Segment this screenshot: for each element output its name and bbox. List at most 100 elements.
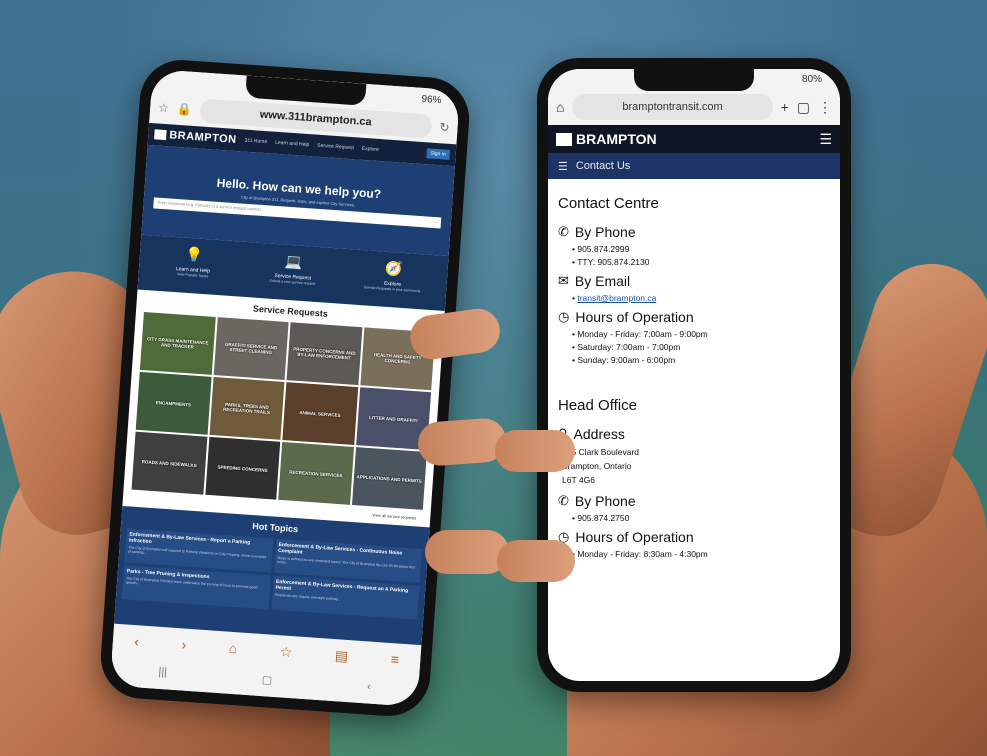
clock-icon: ◷	[558, 309, 570, 324]
by-email-heading: ✉ By Email	[558, 273, 830, 289]
service-tile[interactable]: ANIMAL SERVICES	[282, 382, 358, 445]
site-header: BRAMPTON ☰	[548, 125, 840, 153]
address-block: 185 Clark Boulevard Brampton, Ontario L6…	[558, 445, 830, 487]
laptop-icon: 💻	[284, 252, 304, 270]
service-tile[interactable]: APPLICATIONS AND PERMITS	[351, 447, 427, 510]
service-tile[interactable]: CITY GRASS MAINTENANCE AND TRACKER	[139, 311, 216, 375]
nav-service-request[interactable]: Service Request	[317, 143, 354, 152]
phone-list: 905.874.2750	[558, 513, 830, 523]
forward-icon[interactable]: ›	[181, 636, 187, 652]
hot-topics-grid: Enforcement & By-Law Services - Report a…	[121, 528, 423, 620]
tabs-icon[interactable]: ▢	[797, 99, 810, 116]
hot-topic-desc: Residents who require overnight parking.…	[274, 592, 341, 602]
battery-label: 96%	[421, 93, 442, 106]
service-tile[interactable]: SPEEDING CONCERNS	[204, 436, 281, 500]
hours-heading: ◷ Hours of Operation	[558, 309, 830, 325]
right-finger	[495, 430, 575, 472]
back-icon[interactable]: ‹	[134, 633, 140, 649]
phone-number[interactable]: 905.874.2750	[572, 513, 830, 523]
logo-mark-icon	[556, 132, 572, 146]
right-phone-screen: 80% ⌂ bramptontransit.com + ▢ ⋮ BRAMPTON…	[548, 69, 840, 681]
right-phone: 80% ⌂ bramptontransit.com + ▢ ⋮ BRAMPTON…	[537, 58, 851, 692]
hamburger-menu-icon[interactable]: ☰	[819, 131, 832, 148]
tabs-icon[interactable]: ▤	[334, 647, 348, 665]
hot-topic-desc: Noise is defined as any unwanted sound. …	[277, 555, 415, 570]
phone-list: 905.874.2999 TTY: 905.874.2130	[558, 244, 830, 267]
address-line: L6T 4G6	[562, 475, 595, 485]
service-tile[interactable]: PROPERTY CONCERNS AND BY-LAW ENFORCEMENT	[286, 322, 362, 386]
logo-mark-icon	[154, 129, 167, 141]
hot-topic-card[interactable]: Enforcement & By-Law Services - Request …	[271, 575, 420, 620]
service-tile[interactable]: GRAFFITI SERVICE AND STREET CLEANING	[213, 317, 289, 380]
by-phone-heading: ✆ By Phone	[558, 224, 830, 240]
menu-icon[interactable]: ≡	[390, 651, 399, 668]
hours-item: Saturday: 7:00am - 7:00pm	[572, 342, 830, 352]
nav-learn-help[interactable]: Learn and Help	[275, 140, 310, 148]
url-field[interactable]: bramptontransit.com	[572, 94, 773, 120]
email-link[interactable]: transit@brampton.ca	[577, 293, 656, 303]
address-line: 185 Clark Boulevard	[562, 447, 640, 457]
left-phone-screen: 96% ☆ 🔒 www.311brampton.ca ↻ BRAMPTON 31…	[109, 69, 461, 707]
address-line: Brampton, Ontario	[562, 461, 632, 471]
service-tile[interactable]: ROADS AND SIDEWALKS	[131, 431, 207, 495]
home-button-icon[interactable]: ▢	[261, 673, 272, 687]
more-icon[interactable]: ⋮	[818, 99, 832, 116]
service-tile[interactable]: ENCAMPMENTS	[135, 371, 212, 435]
lightbulb-icon: 💡	[184, 245, 204, 263]
search-placeholder: Enter keywords (e.g. Pothole) or a servi…	[157, 199, 262, 212]
envelope-icon: ✉	[558, 273, 569, 288]
search-icon[interactable]: ⌕	[434, 219, 438, 226]
hours-item: Monday - Friday: 7:00am - 9:00pm	[572, 329, 830, 339]
hours-item: Sunday: 9:00am - 6:00pm	[572, 355, 830, 365]
hot-topic-desc: The City of Brampton will respond to Par…	[128, 545, 267, 560]
logo-text: BRAMPTON	[576, 131, 657, 147]
contact-content: Contact Centre ✆ By Phone 905.874.2999 TT…	[548, 179, 840, 573]
hours-list: Monday - Friday: 7:00am - 9:00pm Saturda…	[558, 329, 830, 365]
nav-explore[interactable]: Explore	[362, 146, 379, 153]
sub-nav-label: Contact Us	[575, 160, 631, 172]
sub-heading-label: Hours of Operation	[575, 529, 694, 545]
sub-heading-label: Address	[573, 426, 625, 442]
hours-list: Monday - Friday: 8:30am - 4:30pm	[558, 549, 830, 559]
contact-centre-heading: Contact Centre	[558, 195, 659, 212]
menu-icon[interactable]: ☰	[558, 160, 568, 173]
left-finger	[425, 530, 509, 574]
hot-topics: Hot Topics Enforcement & By-Law Services…	[114, 505, 430, 648]
phone-number[interactable]: TTY: 905.874.2130	[572, 257, 830, 267]
hot-topic-title: Enforcement & By-Law Services - Continuo…	[277, 541, 403, 557]
hours-item: Monday - Friday: 8:30am - 4:30pm	[572, 549, 830, 559]
browser-url-bar: ⌂ bramptontransit.com + ▢ ⋮	[548, 89, 840, 125]
service-tile[interactable]: PARKS, TREES AND RECREATION TRAILS	[209, 376, 285, 440]
phone-notch	[634, 69, 754, 91]
sign-in-button[interactable]: Sign in	[426, 148, 451, 160]
quick-learn-help[interactable]: 💡 Learn and Help View Popular Topics	[157, 244, 230, 288]
bookmark-icon[interactable]: ☆	[279, 643, 293, 661]
battery-label: 80%	[801, 73, 822, 85]
phone-icon: ✆	[558, 493, 569, 508]
service-tile[interactable]: RECREATION SERVICES	[278, 441, 354, 505]
brampton-logo[interactable]: BRAMPTON	[556, 131, 657, 147]
address-heading: ⚲Address	[558, 426, 830, 442]
sub-nav[interactable]: ☰ Contact Us	[548, 153, 840, 179]
brampton-logo[interactable]: BRAMPTON	[154, 128, 237, 146]
star-icon[interactable]: ☆	[158, 100, 170, 115]
logo-text: BRAMPTON	[168, 129, 237, 147]
reload-icon[interactable]: ↻	[439, 120, 450, 135]
system-back-icon[interactable]: ‹	[367, 680, 372, 692]
phone-number[interactable]: 905.874.2999	[572, 244, 830, 254]
recent-apps-icon[interactable]: |||	[158, 666, 167, 679]
home-icon[interactable]: ⌂	[228, 640, 238, 657]
right-finger	[497, 540, 575, 582]
left-finger	[416, 416, 508, 468]
quick-explore[interactable]: 🧭 Explore Service Requests in your commu…	[357, 258, 430, 302]
left-phone: 96% ☆ 🔒 www.311brampton.ca ↻ BRAMPTON 31…	[98, 57, 472, 719]
sub-heading-label: Hours of Operation	[575, 309, 694, 325]
nav-311-home[interactable]: 311 Home	[244, 138, 267, 146]
home-icon[interactable]: ⌂	[556, 99, 564, 115]
phone-icon: ✆	[558, 224, 569, 239]
hot-topic-title: Enforcement & By-Law Services - Report a…	[128, 531, 251, 546]
quick-service-request[interactable]: 💻 Service Request Submit a new service r…	[257, 251, 330, 295]
email-list: transit@brampton.ca	[558, 293, 830, 303]
hot-topic-card[interactable]: Parks - Tree Pruning & Inspections The Ci…	[121, 565, 271, 610]
new-tab-icon[interactable]: +	[781, 99, 789, 115]
